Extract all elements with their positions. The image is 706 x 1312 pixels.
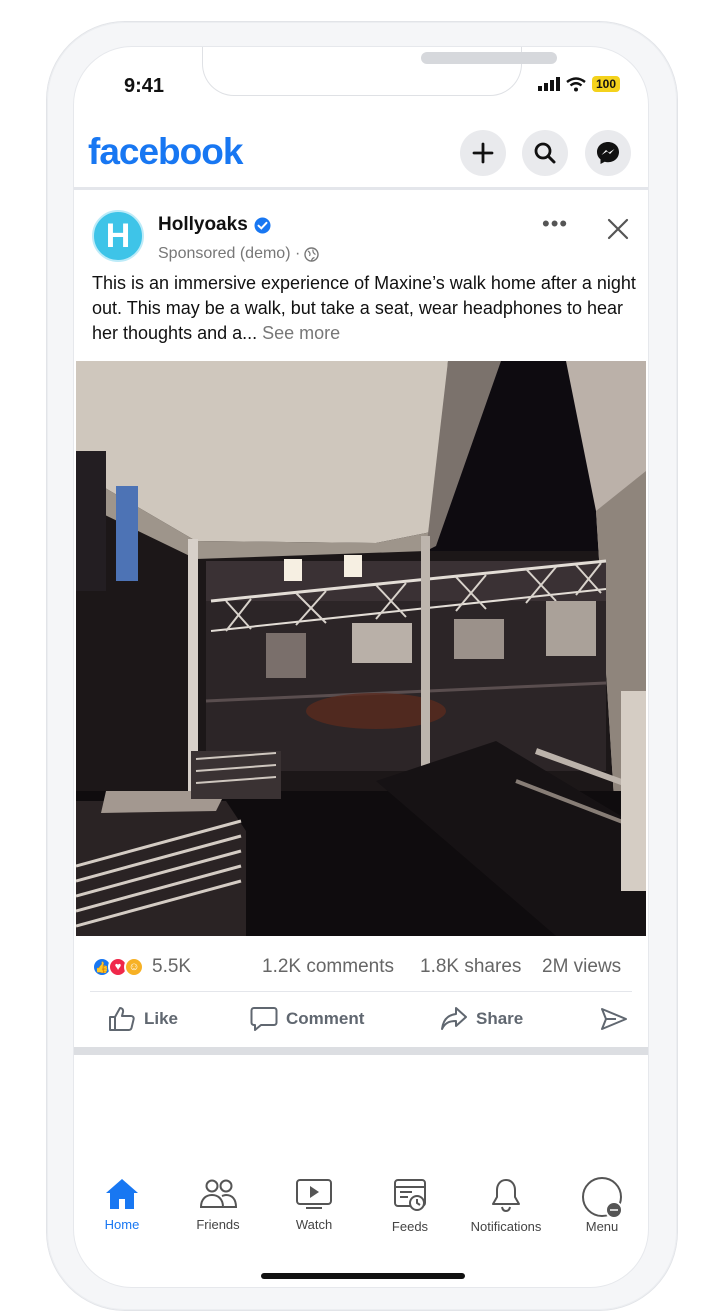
feed-separator <box>74 1047 648 1055</box>
globe-icon <box>304 246 319 262</box>
nav-home[interactable]: Home <box>74 1177 170 1232</box>
avatar-letter: H <box>105 216 131 255</box>
more-options-button[interactable]: ••• <box>542 211 568 237</box>
phone-screen: 9:41 100 facebook H Hollyoaks Sponsored … <box>74 47 648 1287</box>
reactions-summary[interactable]: 👍 ♥ ☺ 5.5K <box>92 956 191 978</box>
wifi-icon <box>566 76 586 91</box>
app-header: facebook <box>74 125 648 190</box>
close-icon <box>607 218 629 240</box>
nav-friends-label: Friends <box>196 1217 240 1232</box>
facebook-logo[interactable]: facebook <box>88 131 243 173</box>
post-meta: Sponsored (demo) · <box>158 245 319 263</box>
add-button[interactable] <box>460 130 506 176</box>
post-stats: 👍 ♥ ☺ 5.5K 1.2K comments 1.8K shares 2M … <box>74 952 648 982</box>
post-video[interactable] <box>76 361 646 936</box>
nav-notifications-label: Notifications <box>470 1219 542 1234</box>
search-button[interactable] <box>522 130 568 176</box>
status-time: 9:41 <box>124 75 165 97</box>
friends-icon <box>199 1179 238 1208</box>
stats-divider <box>90 991 632 992</box>
messenger-button[interactable] <box>585 130 631 176</box>
nav-notifications[interactable]: Notifications <box>458 1177 554 1234</box>
page-avatar[interactable]: H <box>92 210 144 262</box>
shares-count[interactable]: 1.8K shares <box>420 956 521 978</box>
post-body: This is an immersive experience of Maxin… <box>92 273 636 343</box>
nav-menu-label: Menu <box>585 1219 619 1234</box>
messenger-icon <box>597 142 619 164</box>
bell-icon <box>492 1179 520 1213</box>
send-icon <box>601 1008 627 1030</box>
feeds-icon <box>394 1179 426 1211</box>
notch <box>202 47 557 96</box>
like-label: Like <box>144 1009 179 1028</box>
send-button[interactable] <box>600 999 628 1039</box>
add-icon <box>472 142 494 164</box>
care-reaction-icon: ☺ <box>124 957 144 977</box>
post-text: This is an immersive experience of Maxin… <box>92 271 637 346</box>
thumbs-up-icon <box>109 1007 135 1031</box>
hide-post-button[interactable] <box>606 217 630 246</box>
reaction-count: 5.5K <box>152 956 192 977</box>
comment-label: Comment <box>286 1009 365 1028</box>
signal-icon <box>537 77 560 91</box>
home-indicator[interactable] <box>261 1273 465 1279</box>
views-count: 2M views <box>542 956 622 977</box>
post-author[interactable]: Hollyoaks <box>158 214 271 236</box>
speaker <box>421 52 557 64</box>
see-more-link[interactable]: See more <box>262 323 340 343</box>
sponsored-label: Sponsored (demo) · <box>158 245 301 262</box>
verified-badge-icon <box>254 217 271 233</box>
search-icon <box>534 142 556 164</box>
share-button[interactable]: Share <box>440 999 523 1039</box>
share-icon <box>441 1007 467 1030</box>
comment-icon <box>250 1007 278 1031</box>
video-frame <box>76 361 646 936</box>
bottom-navigation: Home Friends Watch Feeds Notifications M… <box>74 1177 648 1247</box>
share-label: Share <box>476 1009 524 1028</box>
nav-home-label: Home <box>104 1217 140 1232</box>
nav-watch[interactable]: Watch <box>266 1177 362 1232</box>
nav-watch-label: Watch <box>295 1217 333 1232</box>
author-name: Hollyoaks <box>158 214 248 235</box>
nav-feeds-label: Feeds <box>391 1219 429 1234</box>
comments-count[interactable]: 1.2K comments <box>262 956 394 978</box>
like-button[interactable]: Like <box>108 999 178 1039</box>
post-actions: Like Comment Share <box>74 999 648 1045</box>
nav-menu[interactable]: Menu <box>554 1177 648 1234</box>
nav-friends[interactable]: Friends <box>170 1177 266 1232</box>
comment-button[interactable]: Comment <box>250 999 364 1039</box>
menu-avatar-icon <box>582 1177 623 1219</box>
status-icons: 100 <box>537 76 620 92</box>
battery-indicator: 100 <box>591 76 620 92</box>
watch-icon <box>296 1179 332 1209</box>
nav-feeds[interactable]: Feeds <box>362 1177 458 1234</box>
home-icon <box>106 1179 138 1209</box>
